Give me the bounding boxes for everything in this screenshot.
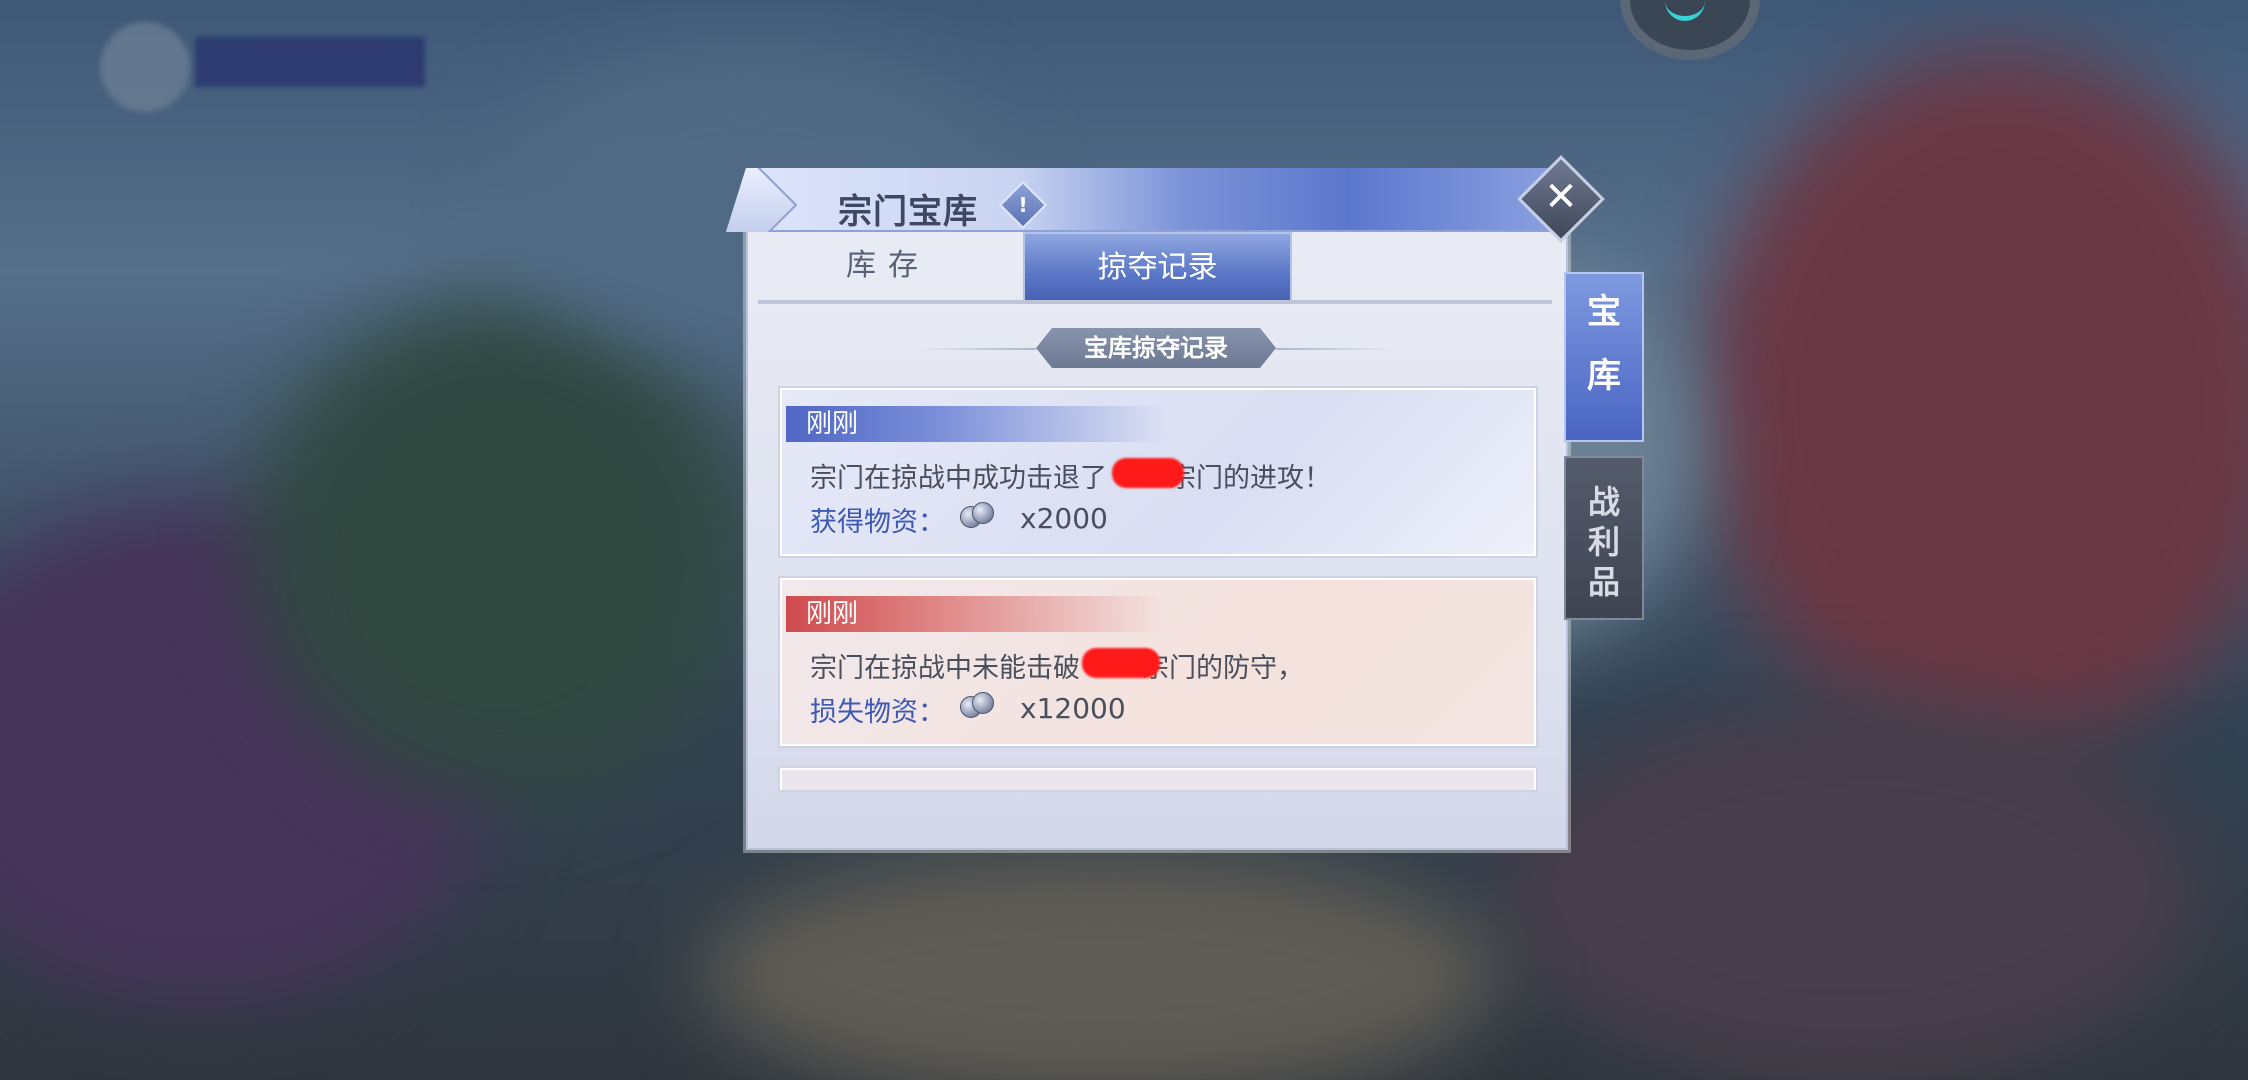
side-tab-label: 战利品: [1587, 483, 1620, 601]
dialog-title: 宗门宝库: [838, 192, 978, 232]
section-line-left: [916, 348, 1036, 350]
avatar: [100, 22, 190, 112]
coin-icon: [960, 692, 994, 718]
side-tab-label: 宝库: [1587, 292, 1621, 396]
side-tab-vault[interactable]: 宝库: [1564, 272, 1644, 442]
resource-label: 获得物资：: [810, 507, 945, 538]
record-time: 刚刚: [786, 406, 1166, 442]
record-item: 刚刚 宗门在掠战中成功击退了 宗门的进攻！ 获得物资： x2000: [780, 388, 1536, 556]
tab-divider: [758, 300, 1552, 304]
record-item-partial: [780, 768, 1536, 790]
message-part: 宗门在掠战中未能击破: [810, 653, 1080, 684]
profile-bar: [195, 37, 425, 87]
dialog-title-bar: 宗门宝库 !: [726, 168, 1556, 232]
tab-inventory[interactable]: 库存: [758, 232, 1018, 300]
redaction-mark: [1112, 458, 1184, 488]
close-icon: ✕: [1544, 174, 1578, 220]
info-icon[interactable]: !: [998, 180, 1048, 230]
info-icon-glyph: !: [1018, 193, 1028, 217]
section-title: 宝库掠夺记录: [1036, 328, 1276, 368]
tab-raid-records[interactable]: 掠夺记录: [1023, 232, 1292, 302]
ring-icon: [1665, 0, 1705, 21]
record-time: 刚刚: [786, 596, 1166, 632]
resource-quantity: x2000: [1020, 502, 1108, 535]
coin-icon: [960, 502, 994, 528]
tab-bar: 库存 掠夺记录: [758, 232, 1552, 302]
message-part: 宗门的进攻！: [1169, 463, 1331, 494]
message-part: 宗门的防守，: [1142, 653, 1304, 684]
sect-vault-dialog: 宗门宝库 ! ✕ 库存 掠夺记录 宝库掠夺记录 刚刚 宗门在掠战中成功击退了 宗门…: [726, 155, 1605, 850]
record-message: 宗门在掠战中未能击破 宗门的防守，: [810, 646, 1304, 685]
redaction-mark: [1082, 648, 1160, 678]
record-item: 刚刚 宗门在掠战中未能击破 宗门的防守， 损失物资： x12000: [780, 578, 1536, 746]
side-tab-loot[interactable]: 战利品: [1564, 456, 1644, 620]
section-line-right: [1276, 348, 1396, 350]
resource-label: 损失物资：: [810, 697, 945, 728]
player-profile[interactable]: [100, 22, 450, 112]
resource-quantity: x12000: [1020, 692, 1126, 725]
message-part: 宗门在掠战中成功击退了: [810, 463, 1107, 494]
record-message: 宗门在掠战中成功击退了 宗门的进攻！: [810, 456, 1331, 495]
